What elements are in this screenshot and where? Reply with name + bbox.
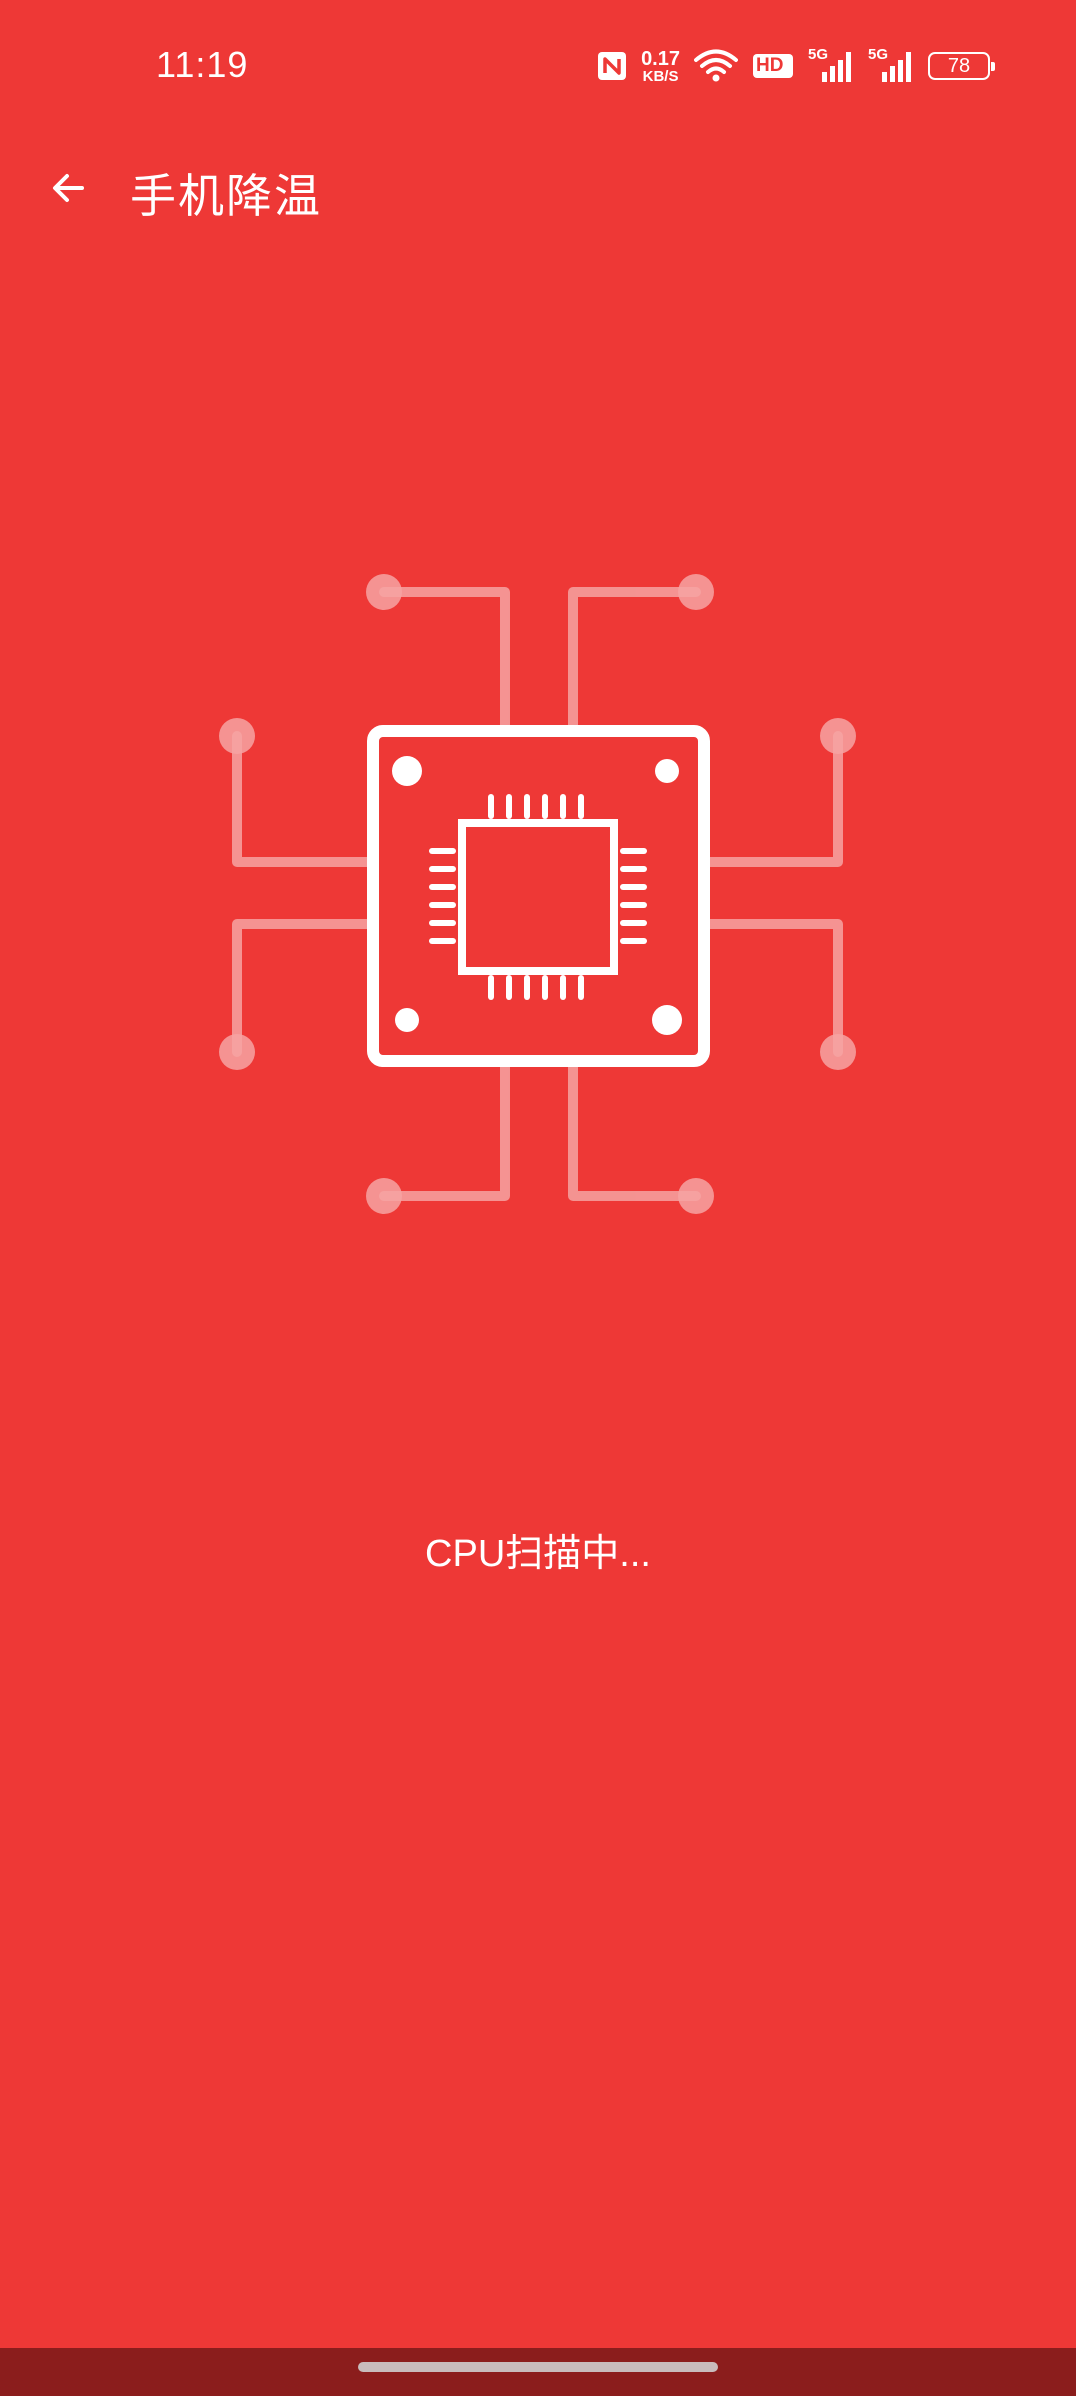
battery-icon: 78 (928, 52, 995, 80)
hd-icon: HD (752, 52, 794, 80)
battery-level: 78 (947, 54, 971, 77)
status-time: 11:19 (156, 44, 249, 85)
arrow-left-icon (48, 168, 88, 213)
page-title: 手机降温 (130, 170, 322, 222)
signal-5g-icon: 5G (808, 46, 854, 84)
cpu-chip-icon (219, 574, 856, 1214)
signal-5g-icon: 5G (868, 46, 914, 84)
hd-label: HD (756, 55, 784, 76)
gesture-handle[interactable] (358, 2362, 718, 2372)
nfc-icon (597, 51, 627, 81)
status-bar: 11:19 0.17 KB/S HD 5G 5G 78 (0, 0, 1076, 130)
net-speed-unit: KB/S (642, 67, 679, 85)
gesture-nav-bar (0, 2348, 1076, 2396)
net-speed: 0.17 KB/S (641, 49, 680, 84)
wifi-icon (694, 49, 738, 83)
cpu-cooling-screen: 11:19 0.17 KB/S HD 5G 5G 78 手机降温 CPU扫描中.… (0, 0, 1076, 2396)
net-speed-value: 0.17 (641, 47, 680, 70)
scan-status-text: CPU扫描中... (425, 1533, 651, 1575)
app-bar: 手机降温 (0, 140, 1076, 240)
back-button[interactable] (40, 162, 96, 218)
status-icons: 0.17 KB/S HD 5G 5G 78 (597, 46, 995, 86)
